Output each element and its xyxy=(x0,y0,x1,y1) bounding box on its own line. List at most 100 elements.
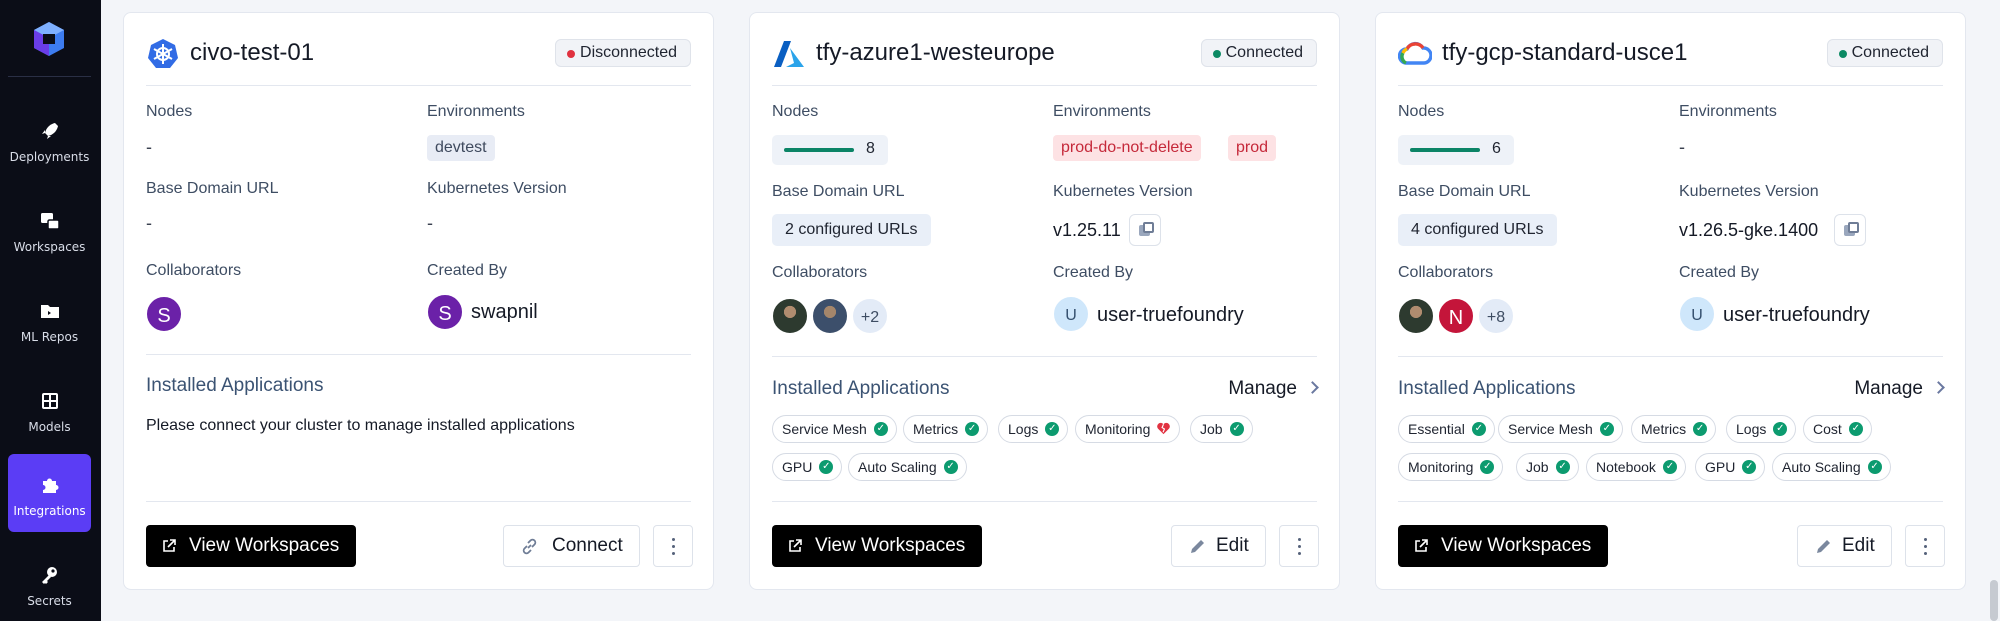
key-icon xyxy=(42,567,57,584)
sidebar-item-deployments[interactable]: Deployments xyxy=(8,100,91,178)
check-circle-icon: ✓ xyxy=(873,422,888,436)
app-chip[interactable]: Service Mesh ✓ xyxy=(772,415,897,443)
k8s-version-value: v1.26.5-gke.1400 xyxy=(1679,220,1819,240)
divider xyxy=(1398,356,1943,357)
base-domain-label: Base Domain URL xyxy=(772,183,905,200)
app-chip[interactable]: GPU ✓ xyxy=(772,453,843,481)
environments-label: Environments xyxy=(427,103,525,120)
button-label: Edit xyxy=(1216,535,1249,556)
environments-label: Environments xyxy=(1679,103,1777,120)
status-badge: Disconnected xyxy=(555,39,691,67)
view-workspaces-button[interactable]: View Workspaces xyxy=(772,525,983,567)
creator-name: user-truefoundry xyxy=(1097,304,1244,326)
environment-chip[interactable]: prod xyxy=(1228,135,1277,161)
manage-label: Manage xyxy=(1854,378,1923,399)
manage-link[interactable]: Manage xyxy=(1228,378,1319,400)
chevron-right-icon xyxy=(1306,381,1319,394)
app-name: Monitoring xyxy=(1085,421,1151,437)
truefoundry-logo-icon[interactable] xyxy=(30,20,68,58)
nodes-value: - xyxy=(146,137,152,157)
more-options-button[interactable] xyxy=(1279,525,1319,567)
status-dot xyxy=(1212,50,1221,58)
app-chip[interactable]: Auto Scaling ✓ xyxy=(1772,453,1891,481)
folder-icon xyxy=(41,305,59,318)
configured-urls-badge[interactable]: 2 configured URLs xyxy=(772,214,931,246)
sidebar-item-integrations[interactable]: Integrations xyxy=(8,454,91,532)
cluster-card: tfy-gcp-standard-usce1 Connected Nodes E… xyxy=(1375,12,1966,590)
app-chip[interactable]: Auto Scaling ✓ xyxy=(848,453,967,481)
more-options-button[interactable] xyxy=(1905,525,1945,567)
app-chip[interactable]: Cost ✓ xyxy=(1803,415,1872,443)
base-domain-label: Base Domain URL xyxy=(146,180,279,197)
sidebar-item-secrets[interactable]: Secrets xyxy=(8,544,91,621)
app-chip[interactable]: Job ✓ xyxy=(1516,453,1579,481)
k8s-version-value: v1.25.11 xyxy=(1053,220,1121,240)
status-text: Disconnected xyxy=(580,44,677,61)
app-name: Auto Scaling xyxy=(858,459,937,475)
collaborator-avatar[interactable] xyxy=(771,297,809,335)
app-chip[interactable]: Notebook ✓ xyxy=(1586,453,1686,481)
collaborators-more-badge[interactable]: +8 xyxy=(1477,297,1515,335)
nodes-indicator: 8 xyxy=(772,135,888,165)
collaborators-label: Collaborators xyxy=(1398,264,1494,281)
view-workspaces-button[interactable]: View Workspaces xyxy=(1398,525,1609,567)
app-chip[interactable]: Metrics ✓ xyxy=(1631,415,1717,443)
check-circle-icon: ✓ xyxy=(1555,460,1570,474)
edit-button[interactable]: Edit xyxy=(1171,525,1266,567)
environment-chip[interactable]: prod-do-not-delete xyxy=(1053,135,1201,161)
external-link-icon xyxy=(163,539,176,552)
created-by-label: Created By xyxy=(1053,264,1134,281)
check-circle-icon: ✓ xyxy=(1045,422,1060,436)
collaborator-avatar[interactable] xyxy=(811,297,849,335)
app-name: Auto Scaling xyxy=(1782,459,1861,475)
sidebar-item-models[interactable]: Models xyxy=(8,370,91,448)
nodes-label: Nodes xyxy=(772,103,819,120)
divider xyxy=(146,501,691,502)
sidebar-item-label: Deployments xyxy=(9,150,90,164)
sidebar-item-label: Models xyxy=(28,420,71,434)
view-workspaces-button[interactable]: View Workspaces xyxy=(146,525,357,567)
collaborator-avatar[interactable]: N xyxy=(1437,297,1475,335)
cluster-name[interactable]: tfy-azure1-westeurope xyxy=(816,39,1055,67)
more-options-button[interactable] xyxy=(653,525,693,567)
app-chip[interactable]: Monitoring xyxy=(1075,415,1181,443)
cluster-name[interactable]: civo-test-01 xyxy=(190,39,314,67)
app-name: Cost xyxy=(1813,421,1842,437)
copy-version-button[interactable] xyxy=(1834,214,1866,246)
environment-chip[interactable]: devtest xyxy=(427,135,495,161)
app-chip[interactable]: Monitoring ✓ xyxy=(1398,453,1504,481)
check-circle-icon: ✓ xyxy=(1662,460,1677,474)
check-circle-icon: ✓ xyxy=(1848,422,1863,436)
app-name: Service Mesh xyxy=(782,421,867,437)
cluster-card: tfy-azure1-westeurope Connected Nodes En… xyxy=(749,12,1340,590)
app-chip[interactable]: Service Mesh ✓ xyxy=(1498,415,1623,443)
check-circle-icon: ✓ xyxy=(1471,422,1486,436)
sidebar-item-workspaces[interactable]: Workspaces xyxy=(8,190,91,268)
cluster-name[interactable]: tfy-gcp-standard-usce1 xyxy=(1442,39,1687,67)
copy-version-button[interactable] xyxy=(1129,214,1161,246)
created-by-label: Created By xyxy=(1679,264,1760,281)
app-name: Logs xyxy=(1008,421,1039,437)
installed-applications-title: Installed Applications xyxy=(146,375,324,396)
collaborator-avatar[interactable]: S xyxy=(145,295,183,333)
configured-urls-badge[interactable]: 4 configured URLs xyxy=(1398,214,1557,246)
divider xyxy=(146,354,691,355)
sidebar-item-label: Integrations xyxy=(13,504,86,518)
app-chip[interactable]: Metrics ✓ xyxy=(903,415,989,443)
creator-name: user-truefoundry xyxy=(1723,304,1870,326)
app-chip[interactable]: Essential ✓ xyxy=(1398,415,1495,443)
connect-button[interactable]: Connect xyxy=(503,525,640,567)
edit-button[interactable]: Edit xyxy=(1797,525,1892,567)
app-chip[interactable]: GPU ✓ xyxy=(1695,453,1766,481)
manage-link[interactable]: Manage xyxy=(1854,378,1945,400)
pencil-icon xyxy=(1191,540,1204,553)
app-name: Job xyxy=(1526,459,1549,475)
sidebar-item-ml-repos[interactable]: ML Repos xyxy=(8,280,91,358)
app-chip[interactable]: Logs ✓ xyxy=(998,415,1069,443)
installed-applications-note: Please connect your cluster to manage in… xyxy=(146,417,575,434)
page-scrollbar[interactable] xyxy=(1990,580,1998,621)
app-chip[interactable]: Job ✓ xyxy=(1190,415,1253,443)
app-chip[interactable]: Logs ✓ xyxy=(1726,415,1797,443)
collaborators-more-badge[interactable]: +2 xyxy=(851,297,889,335)
collaborator-avatar[interactable] xyxy=(1397,297,1435,335)
